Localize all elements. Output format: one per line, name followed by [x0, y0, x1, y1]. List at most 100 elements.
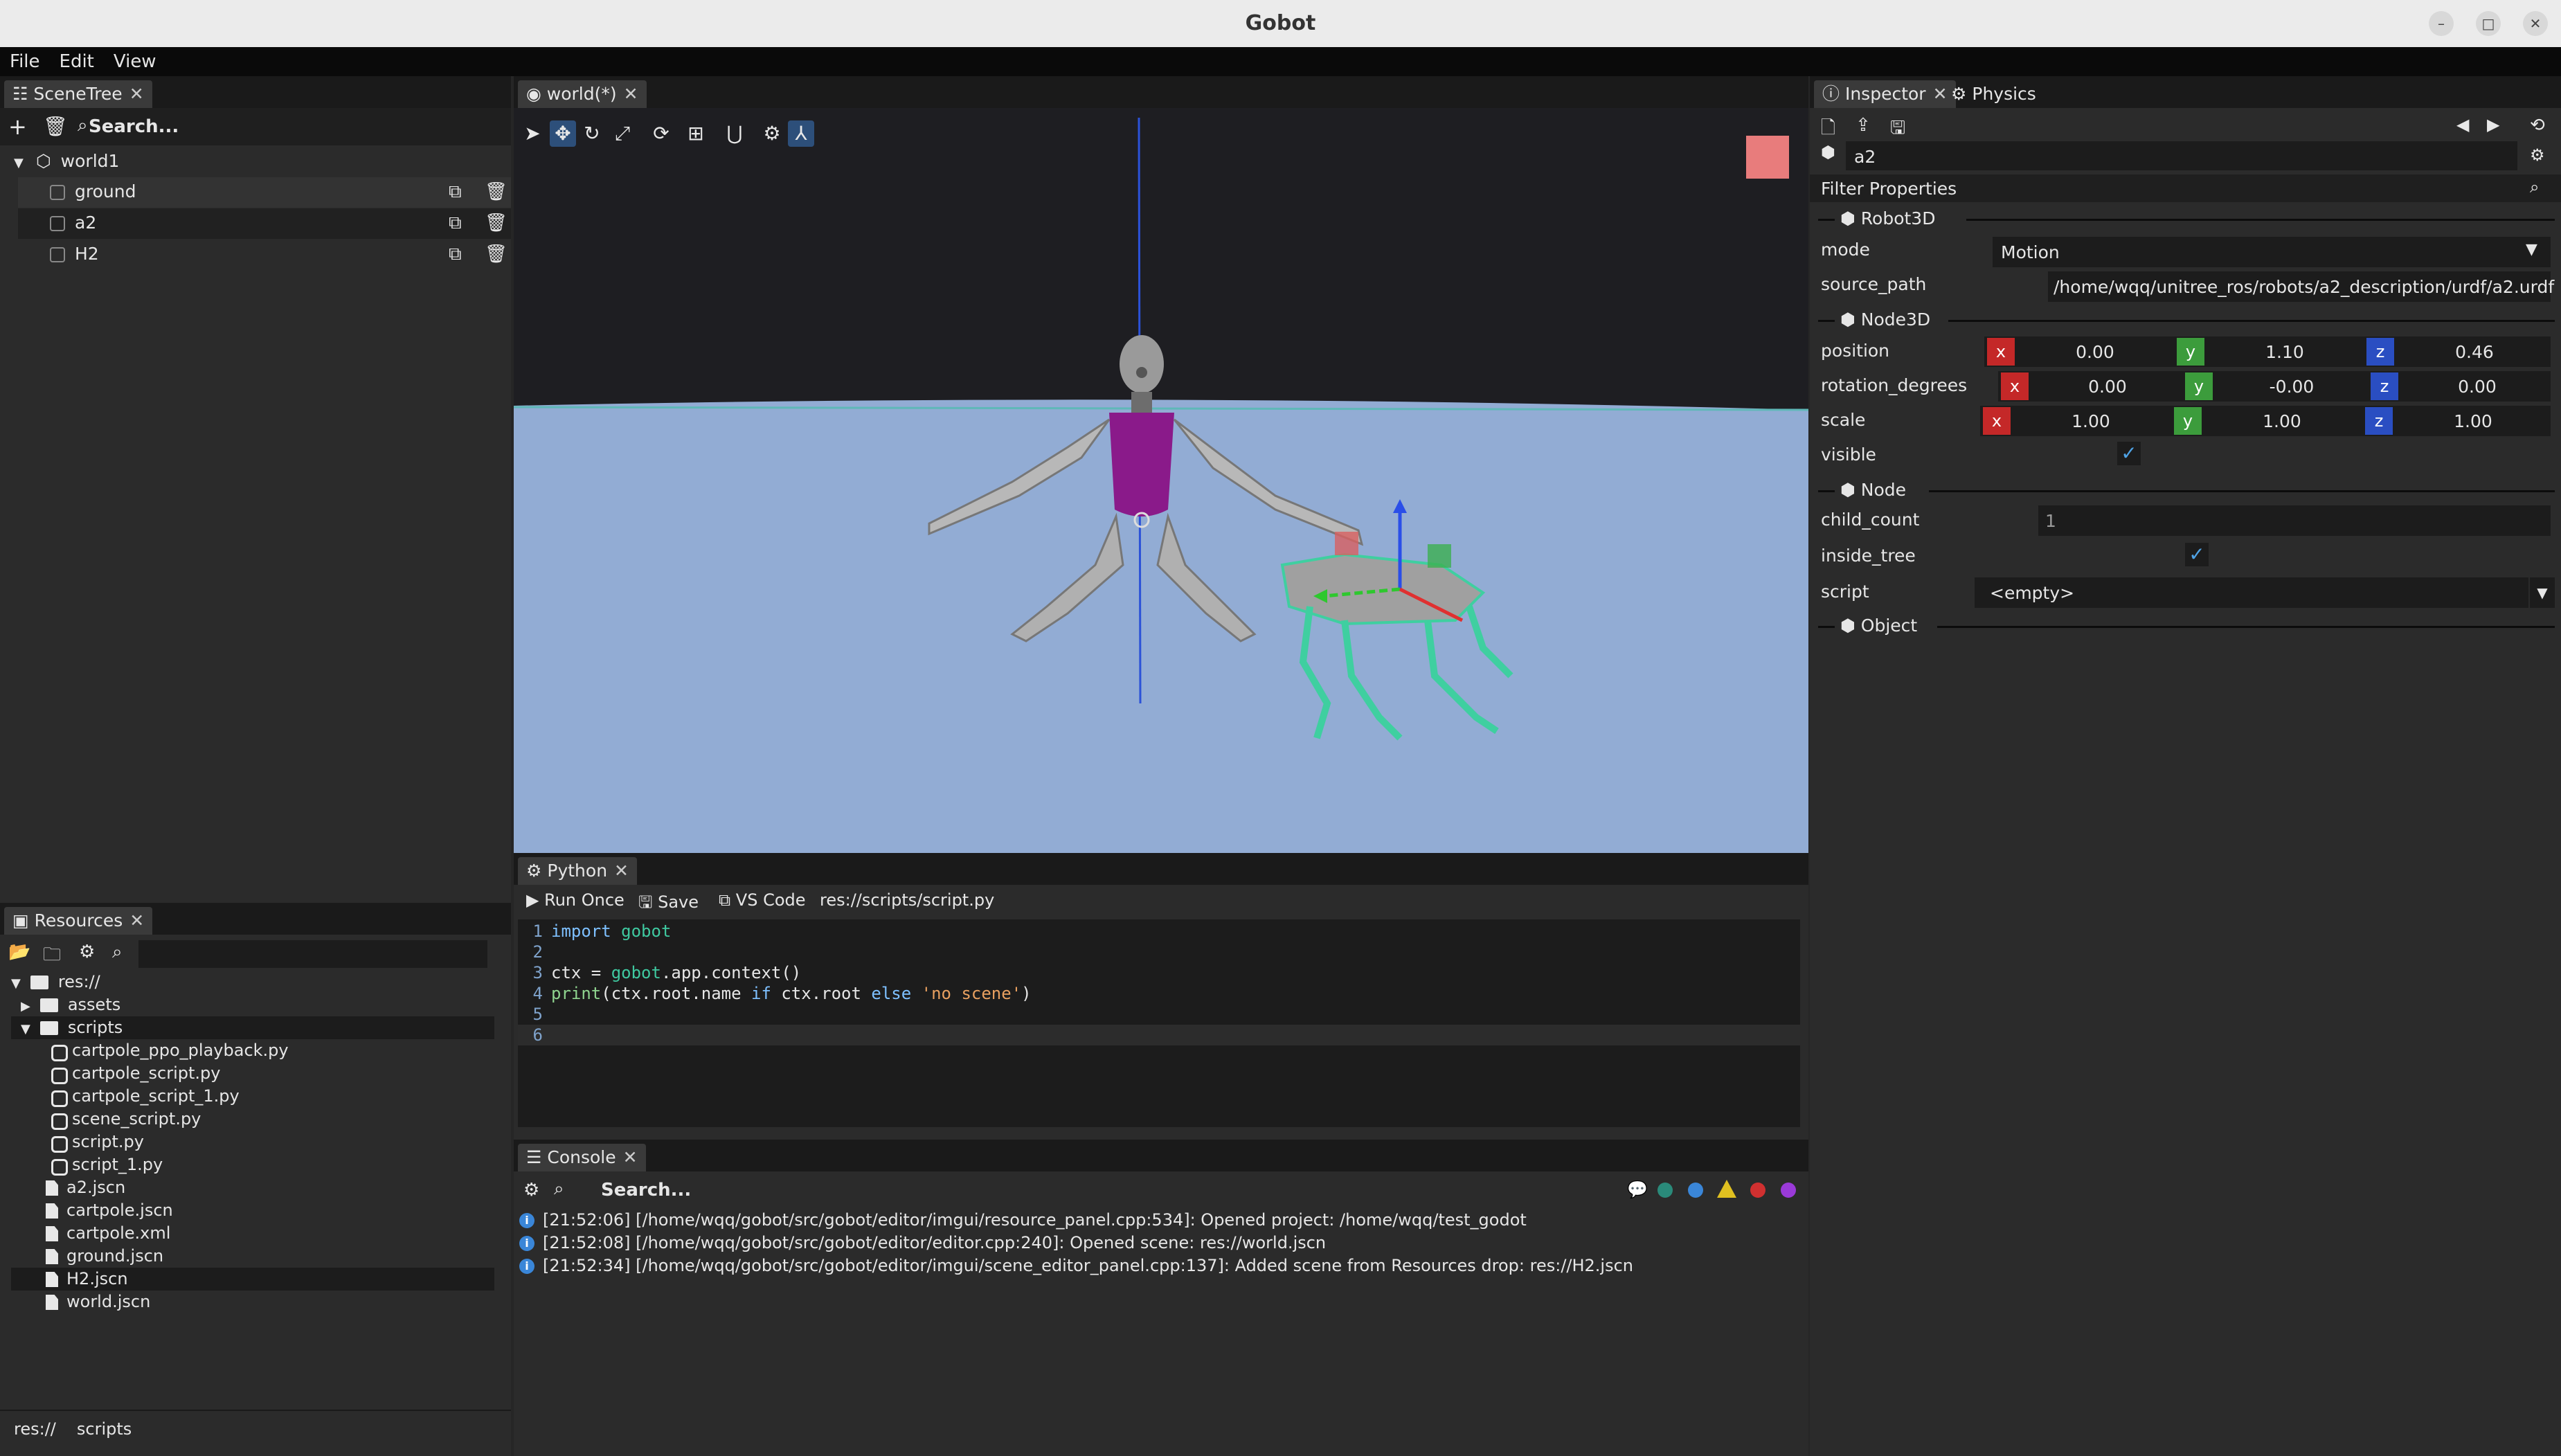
trash-icon[interactable]: 🗑: [485, 213, 507, 233]
tab-inspector[interactable]: ⓘ Inspector ✕: [1814, 80, 1956, 108]
settings-icon[interactable]: ⚙: [523, 1180, 539, 1201]
trash-icon[interactable]: 🗑: [485, 244, 507, 264]
code-editor[interactable]: 1 import gobot 2 3 ctx = gobot.app.context…: [518, 919, 1800, 1127]
tab-python[interactable]: ⚙ Python ✕: [518, 857, 637, 885]
res-file[interactable]: script.py: [50, 1131, 144, 1153]
res-folder-scripts[interactable]: ▼ scripts: [21, 1016, 123, 1039]
mode-select[interactable]: Motion ▼: [1993, 237, 2551, 267]
res-file[interactable]: a2.jscn: [46, 1176, 125, 1199]
scenetree-search-input[interactable]: Search...: [89, 116, 179, 137]
res-file[interactable]: cartpole_script_1.py: [50, 1085, 240, 1108]
section-node[interactable]: ⬢ Node: [1840, 476, 1906, 504]
close-icon[interactable]: ✕: [614, 861, 629, 881]
trash-icon[interactable]: 🗑: [43, 115, 68, 138]
trash-icon[interactable]: 🗑: [485, 181, 507, 202]
res-file[interactable]: scene_script.py: [50, 1108, 201, 1131]
run-once-button[interactable]: ▶ Run Once: [526, 890, 624, 910]
close-icon[interactable]: ✕: [129, 84, 144, 104]
python-icon[interactable]: ⚙: [79, 942, 95, 962]
tree-item-h2[interactable]: H2: [50, 244, 99, 264]
menu-file[interactable]: File: [0, 47, 50, 76]
add-node-icon[interactable]: +: [8, 114, 27, 140]
section-node3d[interactable]: ⬢ Node3D: [1840, 306, 1930, 334]
rotation-x-input[interactable]: 0.00: [2038, 377, 2177, 397]
vscode-button[interactable]: ⧉ VS Code: [719, 890, 806, 910]
close-icon[interactable]: ✕: [129, 910, 144, 931]
tree-item-a2[interactable]: a2: [50, 213, 96, 233]
expand-arrow-icon[interactable]: ▼: [21, 1022, 30, 1036]
settings-icon[interactable]: ⚙: [2530, 145, 2545, 165]
source-path-input[interactable]: /home/wqq/unitree_ros/robots/a2_descript…: [2048, 271, 2554, 302]
magnet-icon[interactable]: ⋃: [721, 120, 748, 147]
new-file-icon[interactable]: 🗋: [1821, 115, 1835, 145]
select-icon[interactable]: ➤: [519, 120, 546, 147]
error-filter-icon[interactable]: [1750, 1183, 1765, 1198]
settings-icon[interactable]: ⚙: [759, 120, 785, 147]
breadcrumb-item[interactable]: res://: [14, 1419, 56, 1439]
info-filter-icon[interactable]: [1688, 1183, 1703, 1198]
new-folder-icon[interactable]: 🗀: [43, 942, 61, 972]
viewport-3d[interactable]: ➤ ✥ ↻ ⤢ ⟳ ⊞ ⋃ ⚙ ⅄: [514, 108, 1808, 853]
move-icon[interactable]: ✥: [550, 120, 576, 147]
rotation-y-input[interactable]: -0.00: [2222, 377, 2361, 397]
res-file[interactable]: H2.jscn: [46, 1268, 128, 1291]
open-external-icon[interactable]: ⧉: [449, 213, 462, 234]
forward-arrow-icon[interactable]: ▶: [2487, 115, 2499, 134]
close-icon[interactable]: ✕: [2523, 11, 2548, 36]
rotation-z-input[interactable]: 0.00: [2408, 377, 2546, 397]
tree-root-world1[interactable]: ▼ ⬡ world1: [14, 151, 119, 171]
scale-x-input[interactable]: 1.00: [2022, 411, 2160, 431]
console-search-input[interactable]: Search...: [601, 1180, 691, 1201]
save-button[interactable]: 🖫 Save: [638, 890, 699, 919]
position-y-input[interactable]: 1.10: [2216, 342, 2354, 362]
back-arrow-icon[interactable]: ◀: [2456, 115, 2469, 134]
res-file[interactable]: world.jscn: [46, 1291, 150, 1313]
tree-item-ground[interactable]: ground: [50, 181, 136, 201]
menu-view[interactable]: View: [104, 47, 166, 76]
message-filter-icon[interactable]: 💬: [1627, 1180, 1648, 1199]
upload-icon[interactable]: ⇪: [1855, 115, 1871, 136]
warning-filter-icon[interactable]: [1717, 1180, 1736, 1198]
res-file[interactable]: cartpole_ppo_playback.py: [50, 1039, 289, 1062]
transform-icon[interactable]: ⟳: [648, 120, 674, 147]
res-root[interactable]: ▼ res://: [11, 971, 100, 994]
chevron-down-icon[interactable]: ▼: [2530, 577, 2555, 608]
maximize-icon[interactable]: □: [2476, 11, 2501, 36]
res-file[interactable]: cartpole.jscn: [46, 1199, 173, 1222]
filter-properties-input[interactable]: Filter Properties ⌕: [1810, 174, 2561, 202]
view-cube[interactable]: [1746, 136, 1789, 179]
tab-world[interactable]: ◉ world(*) ✕: [518, 80, 647, 108]
scale-icon[interactable]: ⤢: [609, 120, 636, 147]
section-object[interactable]: ⬢ Object: [1840, 612, 1917, 640]
scale-y-input[interactable]: 1.00: [2213, 411, 2351, 431]
scene-canvas[interactable]: [514, 108, 1808, 853]
node-name-input[interactable]: a2: [1846, 141, 2517, 170]
script-field[interactable]: <empty>: [1975, 577, 2528, 608]
tab-resources[interactable]: ▣ Resources ✕: [4, 907, 153, 935]
position-z-input[interactable]: 0.46: [2405, 342, 2544, 362]
expand-arrow-icon[interactable]: ▼: [14, 156, 24, 170]
history-icon[interactable]: ⟲: [2530, 115, 2545, 136]
res-file[interactable]: cartpole_script.py: [50, 1062, 220, 1085]
rotate-icon[interactable]: ↻: [579, 120, 605, 147]
close-icon[interactable]: ✕: [624, 84, 638, 104]
res-folder-assets[interactable]: ▶ assets: [21, 994, 120, 1016]
tab-scenetree[interactable]: ☷ SceneTree ✕: [4, 80, 152, 108]
position-x-input[interactable]: 0.00: [2026, 342, 2164, 362]
scale-z-input[interactable]: 1.00: [2404, 411, 2542, 431]
local-axes-icon[interactable]: ⅄: [788, 120, 814, 147]
section-robot3d[interactable]: ⬢ Robot3D: [1840, 205, 1935, 233]
visible-checkbox[interactable]: ✓: [2117, 442, 2141, 465]
tab-physics[interactable]: ⚙ Physics: [1943, 80, 2045, 108]
expand-arrow-icon[interactable]: ▶: [21, 999, 30, 1014]
res-file[interactable]: cartpole.xml: [46, 1222, 170, 1245]
res-file[interactable]: ground.jscn: [46, 1245, 163, 1268]
grid-icon[interactable]: ⊞: [683, 120, 709, 147]
debug-filter-icon[interactable]: [1657, 1183, 1673, 1198]
tab-console[interactable]: ☰ Console ✕: [518, 1144, 646, 1171]
res-file[interactable]: script_1.py: [50, 1153, 163, 1176]
critical-filter-icon[interactable]: [1781, 1183, 1796, 1198]
close-icon[interactable]: ✕: [623, 1147, 638, 1167]
breadcrumb-item[interactable]: scripts: [77, 1419, 132, 1439]
open-external-icon[interactable]: ⧉: [449, 181, 462, 203]
